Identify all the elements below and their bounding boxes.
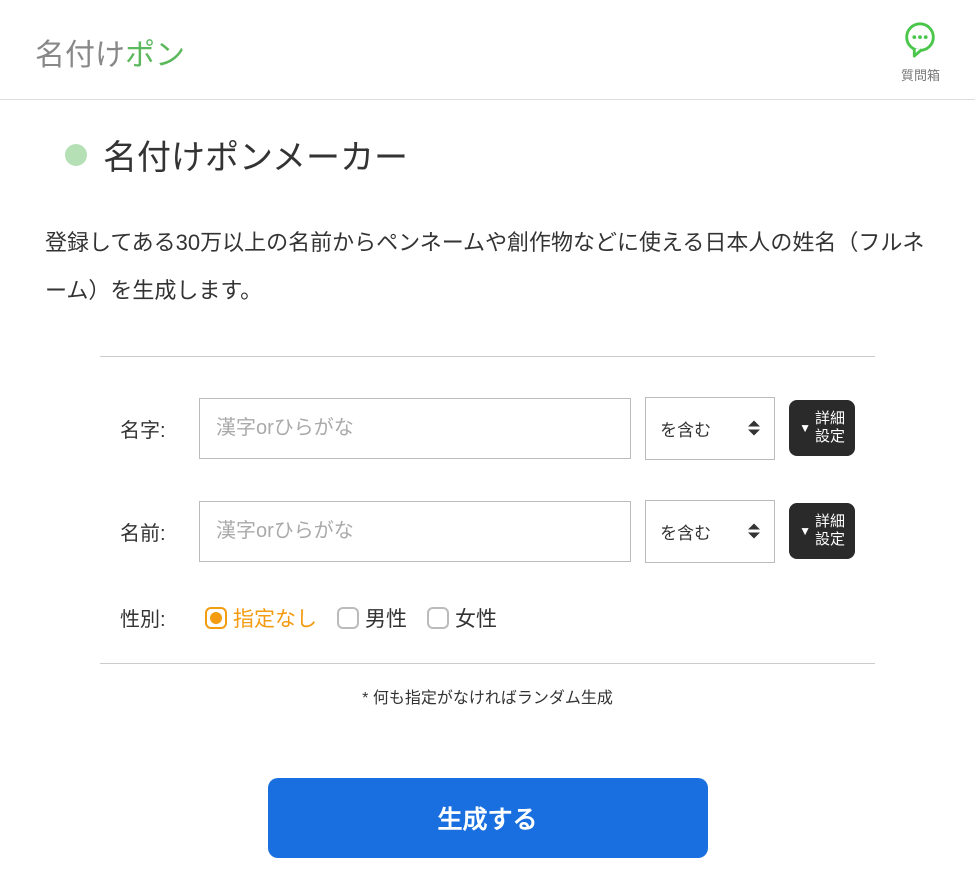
radio-label: 男性 bbox=[365, 603, 407, 633]
radio-label: 女性 bbox=[455, 603, 497, 633]
surname-match-select[interactable]: を含む bbox=[645, 397, 775, 460]
title-row: 名付けポンメーカー bbox=[65, 130, 930, 179]
question-box-button[interactable]: 質問箱 bbox=[901, 20, 940, 84]
form-note: * 何も指定がなければランダム生成 bbox=[45, 684, 930, 708]
generate-button[interactable]: 生成する bbox=[268, 778, 708, 858]
gender-option-none[interactable]: 指定なし bbox=[205, 603, 317, 633]
radio-label: 指定なし bbox=[233, 603, 317, 633]
surname-row: 名字: を含む ▼ 詳細 設定 bbox=[100, 397, 875, 460]
detail-line2: 設定 bbox=[815, 428, 845, 446]
firstname-detail-button[interactable]: ▼ 詳細 設定 bbox=[789, 503, 855, 559]
surname-detail-button[interactable]: ▼ 詳細 設定 bbox=[789, 400, 855, 456]
triangle-down-icon: ▼ bbox=[799, 421, 811, 435]
chevron-updown-icon bbox=[748, 421, 760, 436]
firstname-select-value: を含む bbox=[660, 524, 711, 543]
firstname-label: 名前: bbox=[120, 517, 185, 546]
radio-icon bbox=[337, 607, 359, 629]
firstname-input[interactable] bbox=[199, 501, 631, 562]
detail-line2: 設定 bbox=[815, 531, 845, 549]
logo-text-green: ポン bbox=[125, 39, 185, 72]
detail-line1: 詳細 bbox=[815, 410, 845, 428]
firstname-match-select[interactable]: を含む bbox=[645, 500, 775, 563]
form-box: 名字: を含む ▼ 詳細 設定 名前: を含む bbox=[100, 356, 875, 664]
speech-bubble-icon bbox=[901, 20, 939, 63]
main-content: 名付けポンメーカー 登録してある30万以上の名前からペンネームや創作物などに使え… bbox=[0, 100, 975, 888]
gender-option-male[interactable]: 男性 bbox=[337, 603, 407, 633]
header: 名付けポン 質問箱 bbox=[0, 0, 975, 100]
logo-text-gray: 名付け bbox=[35, 39, 125, 72]
triangle-down-icon: ▼ bbox=[799, 524, 811, 538]
radio-icon bbox=[205, 607, 227, 629]
firstname-row: 名前: を含む ▼ 詳細 設定 bbox=[100, 500, 875, 563]
detail-line1: 詳細 bbox=[815, 513, 845, 531]
title-dot-icon bbox=[65, 144, 87, 166]
gender-label: 性別: bbox=[120, 603, 185, 632]
surname-select-value: を含む bbox=[660, 421, 711, 440]
surname-label: 名字: bbox=[120, 414, 185, 443]
page-description: 登録してある30万以上の名前からペンネームや創作物などに使える日本人の姓名（フル… bbox=[45, 219, 930, 316]
radio-icon bbox=[427, 607, 449, 629]
generate-wrap: 生成する bbox=[45, 778, 930, 858]
gender-option-female[interactable]: 女性 bbox=[427, 603, 497, 633]
page-title: 名付けポンメーカー bbox=[103, 130, 408, 179]
surname-input[interactable] bbox=[199, 398, 631, 459]
question-box-label: 質問箱 bbox=[901, 65, 940, 84]
chevron-updown-icon bbox=[748, 524, 760, 539]
logo[interactable]: 名付けポン bbox=[35, 30, 185, 74]
gender-row: 性別: 指定なし 男性 女性 bbox=[100, 603, 875, 633]
